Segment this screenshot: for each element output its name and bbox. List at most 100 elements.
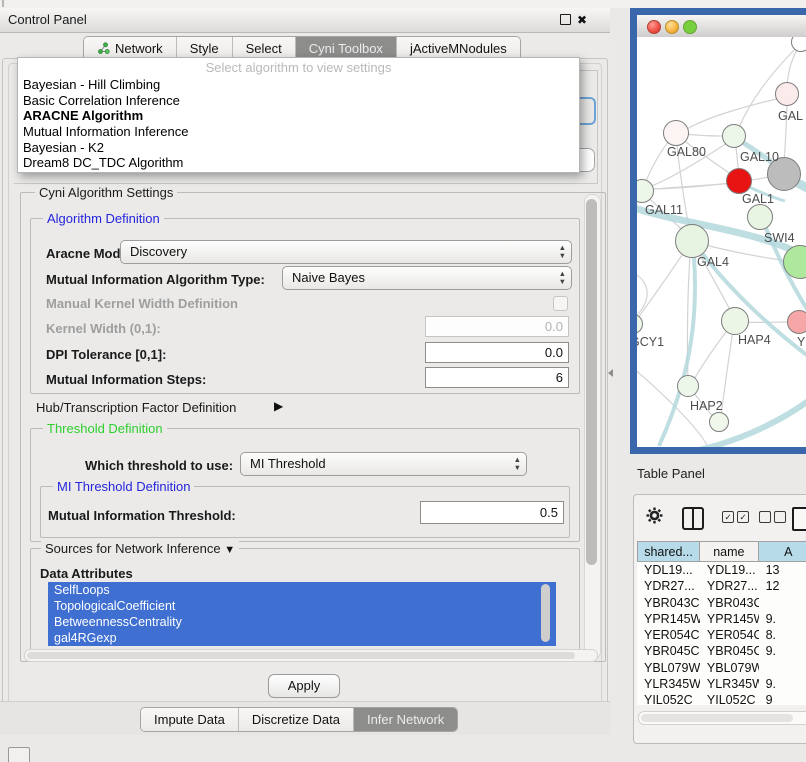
attribute-item-gal4rgexp[interactable]: gal4RGexp: [48, 630, 556, 646]
mi-steps-label: Mutual Information Steps:: [46, 372, 206, 387]
cell: YDR27...: [700, 578, 759, 594]
network-node-gal80[interactable]: [663, 120, 689, 146]
bottom-tab-impute-data[interactable]: Impute Data: [141, 708, 238, 731]
splitter-handle[interactable]: [608, 369, 613, 377]
table-hscrollbar-thumb[interactable]: [641, 714, 793, 722]
column-header-shared[interactable]: shared...: [637, 541, 700, 562]
dpi-tolerance-input[interactable]: [425, 342, 569, 363]
cell: YBR045C: [700, 643, 759, 659]
float-window-icon[interactable]: [560, 14, 571, 25]
network-view-window: GALGAL80GAL10GAL1GAL11SWI4GAL4GCY1HAP4YH…: [630, 8, 806, 454]
algorithm-option-dream8-dc-tdc-algorithm[interactable]: Dream8 DC_TDC Algorithm: [18, 155, 579, 171]
kernel-width-input[interactable]: [425, 316, 569, 337]
zoom-traffic-light[interactable]: [683, 20, 697, 34]
hub-section-label[interactable]: Hub/Transcription Factor Definition: [36, 400, 236, 415]
settings-scrollbar-thumb[interactable]: [586, 199, 597, 565]
top-tick: [2, 0, 4, 7]
cell: YDR27...: [637, 578, 700, 594]
algorithm-option-basic-correlation-inference[interactable]: Basic Correlation Inference: [18, 93, 579, 109]
bottom-tab-infer-network[interactable]: Infer Network: [353, 708, 457, 731]
attributes-hscrollbar-thumb[interactable]: [27, 652, 575, 659]
tab-label: Style: [190, 41, 219, 56]
attribute-item-selfloops[interactable]: SelfLoops: [48, 582, 556, 598]
document-icon[interactable]: [792, 507, 806, 531]
algorithm-option-aracne-algorithm[interactable]: ARACNE Algorithm: [18, 108, 579, 124]
which-threshold-combo[interactable]: MI Threshold ▲▼: [240, 452, 527, 476]
which-threshold-label: Which threshold to use:: [85, 458, 233, 473]
cell: YBR045C: [637, 643, 700, 659]
close-traffic-light[interactable]: [647, 20, 661, 34]
show-checked-columns-icon[interactable]: ✓✓: [722, 511, 752, 523]
corner-button[interactable]: [8, 747, 30, 762]
table-row[interactable]: YER054CYER054C8.: [637, 627, 806, 643]
kernel-width-label: Kernel Width (0,1):: [46, 321, 161, 336]
network-titlebar: [637, 15, 806, 38]
algorithm-option-bayesian-hill-climbing[interactable]: Bayesian - Hill Climbing: [18, 77, 579, 93]
table-row[interactable]: YBR043CYBR043C: [637, 595, 806, 611]
dpi-tolerance-label: DPI Tolerance [0,1]:: [46, 347, 166, 362]
cell: 8.: [759, 627, 806, 643]
stepper-icon: ▲▼: [514, 456, 521, 472]
apply-button[interactable]: Apply: [268, 674, 340, 698]
algorithm-placeholder: Select algorithm to view settings: [18, 58, 579, 77]
mi-type-combo[interactable]: Naive Bayes ▲▼: [282, 266, 572, 290]
attributes-hscrollbar[interactable]: [24, 649, 598, 662]
algorithm-option-bayesian-k2[interactable]: Bayesian - K2: [18, 140, 579, 156]
table-panel-title: Table Panel: [637, 466, 705, 481]
network-node-hap4[interactable]: [721, 307, 749, 335]
table-row[interactable]: YBR045CYBR045C9.: [637, 643, 806, 659]
table-row[interactable]: YBL079WYBL079W: [637, 660, 806, 676]
cell: 9: [759, 692, 806, 705]
cell: YIL052C: [700, 692, 759, 705]
hide-columns-icon[interactable]: [759, 511, 789, 523]
table-row[interactable]: YDR27...YDR27...12: [637, 578, 806, 594]
cell: 13: [759, 562, 806, 578]
attributes-scrollbar-thumb[interactable]: [541, 584, 550, 642]
table-hscrollbar[interactable]: [638, 711, 806, 725]
network-node-hap2[interactable]: [677, 375, 699, 397]
cell: 9.: [759, 611, 806, 627]
stepper-icon: ▲▼: [559, 244, 566, 260]
gear-icon[interactable]: [646, 507, 663, 529]
network-node-gal[interactable]: [775, 82, 799, 106]
control-panel-titlebar: [0, 8, 610, 33]
attribute-item-betweennesscentrality[interactable]: BetweennessCentrality: [48, 614, 556, 630]
mi-threshold-input[interactable]: [420, 501, 564, 524]
network-node-gal1[interactable]: [726, 168, 752, 194]
table-row[interactable]: YIL052CYIL052C9: [637, 692, 806, 705]
cell: YLR345W: [637, 676, 700, 692]
cell: YER054C: [700, 627, 759, 643]
network-node-swi4[interactable]: [747, 204, 773, 230]
cell: 12: [759, 578, 806, 594]
minimize-traffic-light[interactable]: [665, 20, 679, 34]
network-node-y[interactable]: [787, 310, 806, 334]
collapse-arrow-icon[interactable]: ▼: [224, 544, 235, 556]
node-label-gal: GAL: [778, 109, 803, 123]
node-label-gal4: GAL4: [697, 255, 729, 269]
bottom-tab-discretize-data[interactable]: Discretize Data: [238, 708, 353, 731]
network-node-gal10[interactable]: [722, 124, 746, 148]
attribute-item-topologicalcoefficient[interactable]: TopologicalCoefficient: [48, 598, 556, 614]
node-label-gal80: GAL80: [667, 145, 706, 159]
network-canvas[interactable]: GALGAL80GAL10GAL1GAL11SWI4GAL4GCY1HAP4YH…: [637, 37, 806, 447]
node-label-gal11: GAL11: [645, 203, 683, 217]
manual-kernel-checkbox[interactable]: [553, 296, 568, 311]
close-icon[interactable]: ✖: [577, 9, 587, 31]
aracne-mode-combo[interactable]: Discovery ▲▼: [120, 240, 572, 264]
cell: YER054C: [637, 627, 700, 643]
bottom-tab-bar: Impute DataDiscretize DataInfer Network: [140, 707, 458, 732]
column-header-name[interactable]: name: [700, 541, 759, 562]
table-row[interactable]: YLR345WYLR345W9.: [637, 676, 806, 692]
table-row[interactable]: YPR145WYPR145W9.: [637, 611, 806, 627]
network-node-gal4[interactable]: [675, 224, 709, 258]
expand-right-icon[interactable]: ▶: [274, 399, 283, 413]
table-header: shared...nameA: [637, 541, 806, 562]
mi-steps-input[interactable]: [425, 367, 569, 388]
column-header-a[interactable]: A: [759, 541, 806, 562]
top-strip: [0, 0, 806, 8]
algorithm-option-mutual-information-inference[interactable]: Mutual Information Inference: [18, 124, 579, 140]
network-node[interactable]: [709, 412, 729, 432]
threshold-definition-title: Threshold Definition: [43, 421, 167, 436]
split-columns-icon[interactable]: [682, 507, 704, 530]
table-row[interactable]: YDL19...YDL19...13: [637, 562, 806, 578]
